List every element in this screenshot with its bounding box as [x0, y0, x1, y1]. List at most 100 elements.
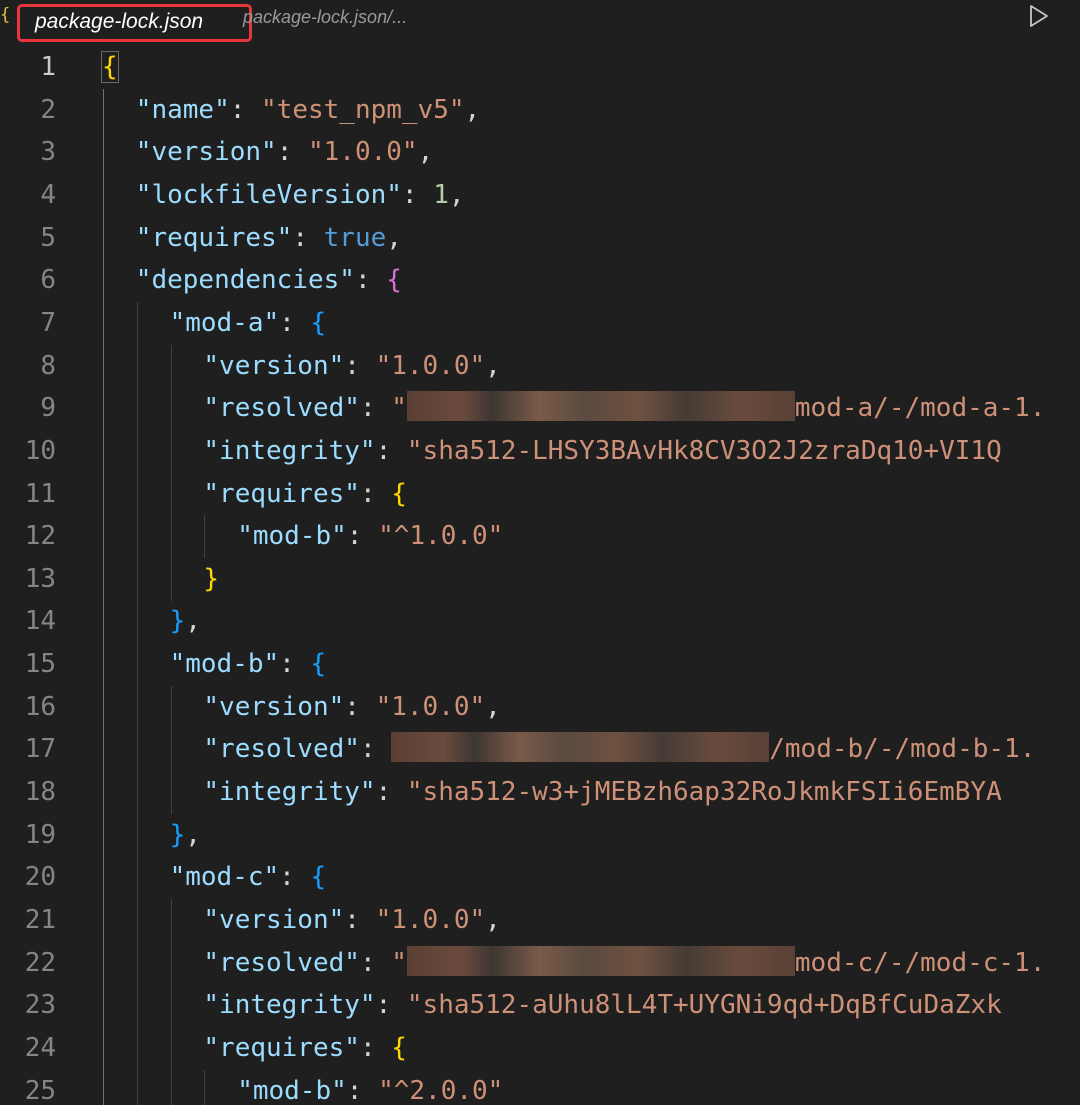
code-line[interactable]: 24 "requires": {: [0, 1026, 1080, 1070]
indent-guide: [103, 771, 104, 815]
code-token: "mod-b": [169, 649, 280, 680]
code-token: {: [310, 649, 327, 680]
line-number: 20: [24, 862, 56, 893]
indent-guide: [170, 344, 172, 388]
code-token: :: [344, 691, 376, 722]
indent-guide: [170, 472, 172, 516]
code-text: "mod-b": "^1.0.0": [237, 515, 503, 558]
code-line[interactable]: 20 "mod-c": {: [0, 856, 1080, 900]
tab-package-lock-json[interactable]: package-lock.json: [17, 4, 252, 42]
code-token: ,: [485, 350, 501, 381]
code-text: "mod-a": {: [170, 302, 327, 345]
redacted-url: [391, 732, 770, 763]
code-line[interactable]: 4 "lockfileVersion": 1,: [0, 173, 1080, 217]
indent-guide: [170, 557, 172, 601]
code-line[interactable]: 19},: [0, 813, 1080, 857]
code-token: "name": [135, 94, 230, 125]
code-token: {: [310, 307, 327, 338]
code-token: {: [386, 265, 402, 296]
indent-guide: [103, 88, 104, 132]
code-text: "version": "1.0.0",: [203, 345, 500, 388]
code-token: "requires": [203, 478, 360, 509]
code-text: "requires": {: [203, 1027, 407, 1070]
code-line[interactable]: 12 "mod-b": "^1.0.0": [0, 515, 1080, 559]
line-number: 21: [24, 905, 56, 935]
code-token: "test_npm_v5": [261, 94, 465, 125]
run-icon[interactable]: [1026, 3, 1052, 29]
code-token: "1.0.0": [308, 137, 418, 168]
code-line[interactable]: 17 "resolved": /mod-b/-/mod-b-1.: [0, 728, 1080, 772]
code-token: /mod-b/-/mod-b-1.: [769, 734, 1036, 765]
code-editor[interactable]: 1{2 "name": "test_npm_v5", 3 "version": "1.…: [0, 46, 1080, 1105]
indent-guide: [103, 728, 104, 772]
code-line[interactable]: 11 "requires": {: [0, 472, 1080, 516]
code-token: :: [279, 649, 311, 680]
line-number: 10: [24, 435, 56, 466]
code-token: ,: [485, 905, 501, 935]
editor-tab-bar: {} package-lock.json package-lock.json/.…: [0, 0, 1080, 42]
redacted-url: [406, 391, 795, 422]
indent-guide: [103, 557, 104, 601]
line-number: 8: [40, 350, 56, 381]
code-token: :: [359, 393, 392, 424]
line-number: 5: [40, 222, 56, 253]
code-token: }: [169, 606, 186, 637]
indent-guide: [103, 643, 104, 687]
indent-guide: [136, 685, 138, 729]
line-number: 9: [40, 393, 56, 424]
indent-guide: [103, 515, 104, 559]
indent-guide: [103, 301, 104, 345]
indent-guide: [170, 387, 172, 431]
code-token: :: [354, 265, 387, 296]
code-token: "lockfileVersion": [135, 179, 402, 210]
code-line[interactable]: 10 "integrity": "sha512-LHSY3BAvHk8CV3O2J…: [0, 429, 1080, 473]
indent-guide: [136, 600, 138, 644]
code-token: "integrity": [203, 435, 376, 466]
code-line[interactable]: 18 "integrity": "sha512-w3+jMEBzh6ap32RoJ…: [0, 771, 1080, 815]
indent-guide: [170, 1069, 172, 1105]
code-line[interactable]: 14},: [0, 600, 1080, 644]
indent-guide: [103, 1069, 104, 1105]
code-token: }: [169, 819, 186, 850]
line-number: 4: [40, 179, 56, 210]
code-line[interactable]: 7 "mod-a": {: [0, 301, 1080, 345]
code-line[interactable]: 16 "version": "1.0.0",: [0, 685, 1080, 729]
breadcrumb[interactable]: package-lock.json/...: [243, 4, 407, 30]
code-line[interactable]: 9 "resolved": " mod-a/-/mod-a-1.: [0, 387, 1080, 431]
indent-guide: [136, 1069, 138, 1105]
line-number: 24: [24, 1032, 56, 1063]
indent-guide: [136, 899, 138, 942]
code-text: "mod-c": {: [170, 856, 327, 899]
code-text: "mod-b": {: [170, 643, 327, 686]
code-line[interactable]: 8 "version": "1.0.0",: [0, 344, 1080, 388]
indent-guide: [136, 728, 138, 772]
line-number: 3: [40, 137, 56, 168]
code-line[interactable]: 3 "version": "1.0.0",: [0, 131, 1080, 175]
code-line[interactable]: 2 "name": "test_npm_v5",: [0, 88, 1080, 132]
indent-guide: [103, 472, 104, 516]
code-token: }: [203, 563, 220, 594]
code-line[interactable]: 23 "integrity": "sha512-aUhu8lL4T+UYGNi9q…: [0, 984, 1080, 1028]
code-line[interactable]: 1{: [0, 46, 1080, 89]
code-token: "^2.0.0": [378, 1075, 504, 1105]
code-line[interactable]: 22 "resolved": " mod-c/-/mod-c-1.: [0, 941, 1080, 985]
indent-guide: [170, 685, 172, 729]
code-text: "resolved": " mod-c/-/mod-c-1.: [203, 942, 1045, 985]
code-text: }: [203, 558, 219, 601]
code-token: "requires": [203, 1032, 360, 1063]
indent-guide: [170, 771, 172, 815]
code-line[interactable]: 13}: [0, 557, 1080, 601]
code-token: "resolved": [203, 947, 360, 978]
indent-guide: [170, 728, 172, 772]
indent-guide: [103, 1026, 104, 1070]
code-line[interactable]: 21 "version": "1.0.0",: [0, 899, 1080, 942]
code-text: "requires": true,: [136, 217, 402, 260]
code-token: ,: [185, 819, 201, 850]
code-line[interactable]: 15 "mod-b": {: [0, 643, 1080, 687]
code-line[interactable]: 6 "dependencies": {: [0, 259, 1080, 303]
code-token: "sha512-w3+jMEBzh6ap32RoJkmkFSIi6EmBYA: [406, 777, 1002, 808]
code-line[interactable]: 25 "mod-b": "^2.0.0": [0, 1069, 1080, 1105]
code-line[interactable]: 5 "requires": true,: [0, 216, 1080, 260]
code-token: :: [344, 350, 376, 381]
code-token: :: [359, 734, 392, 765]
